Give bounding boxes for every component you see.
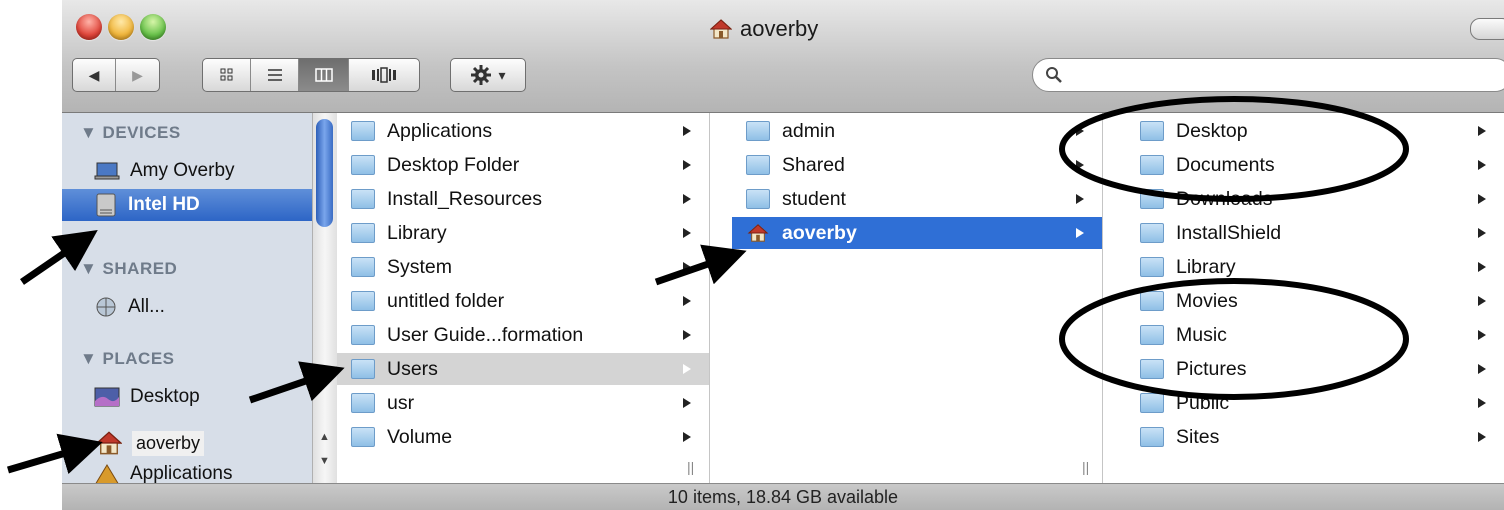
- annotation-arrow: [20, 230, 98, 285]
- annotation-arrow: [248, 361, 345, 404]
- annotation-oval: [1059, 96, 1409, 202]
- annotation-arrow: [654, 244, 747, 286]
- annotation-layer: [7, 96, 1409, 475]
- annotation-arrow: [7, 433, 103, 475]
- annotation-oval: [1059, 278, 1409, 400]
